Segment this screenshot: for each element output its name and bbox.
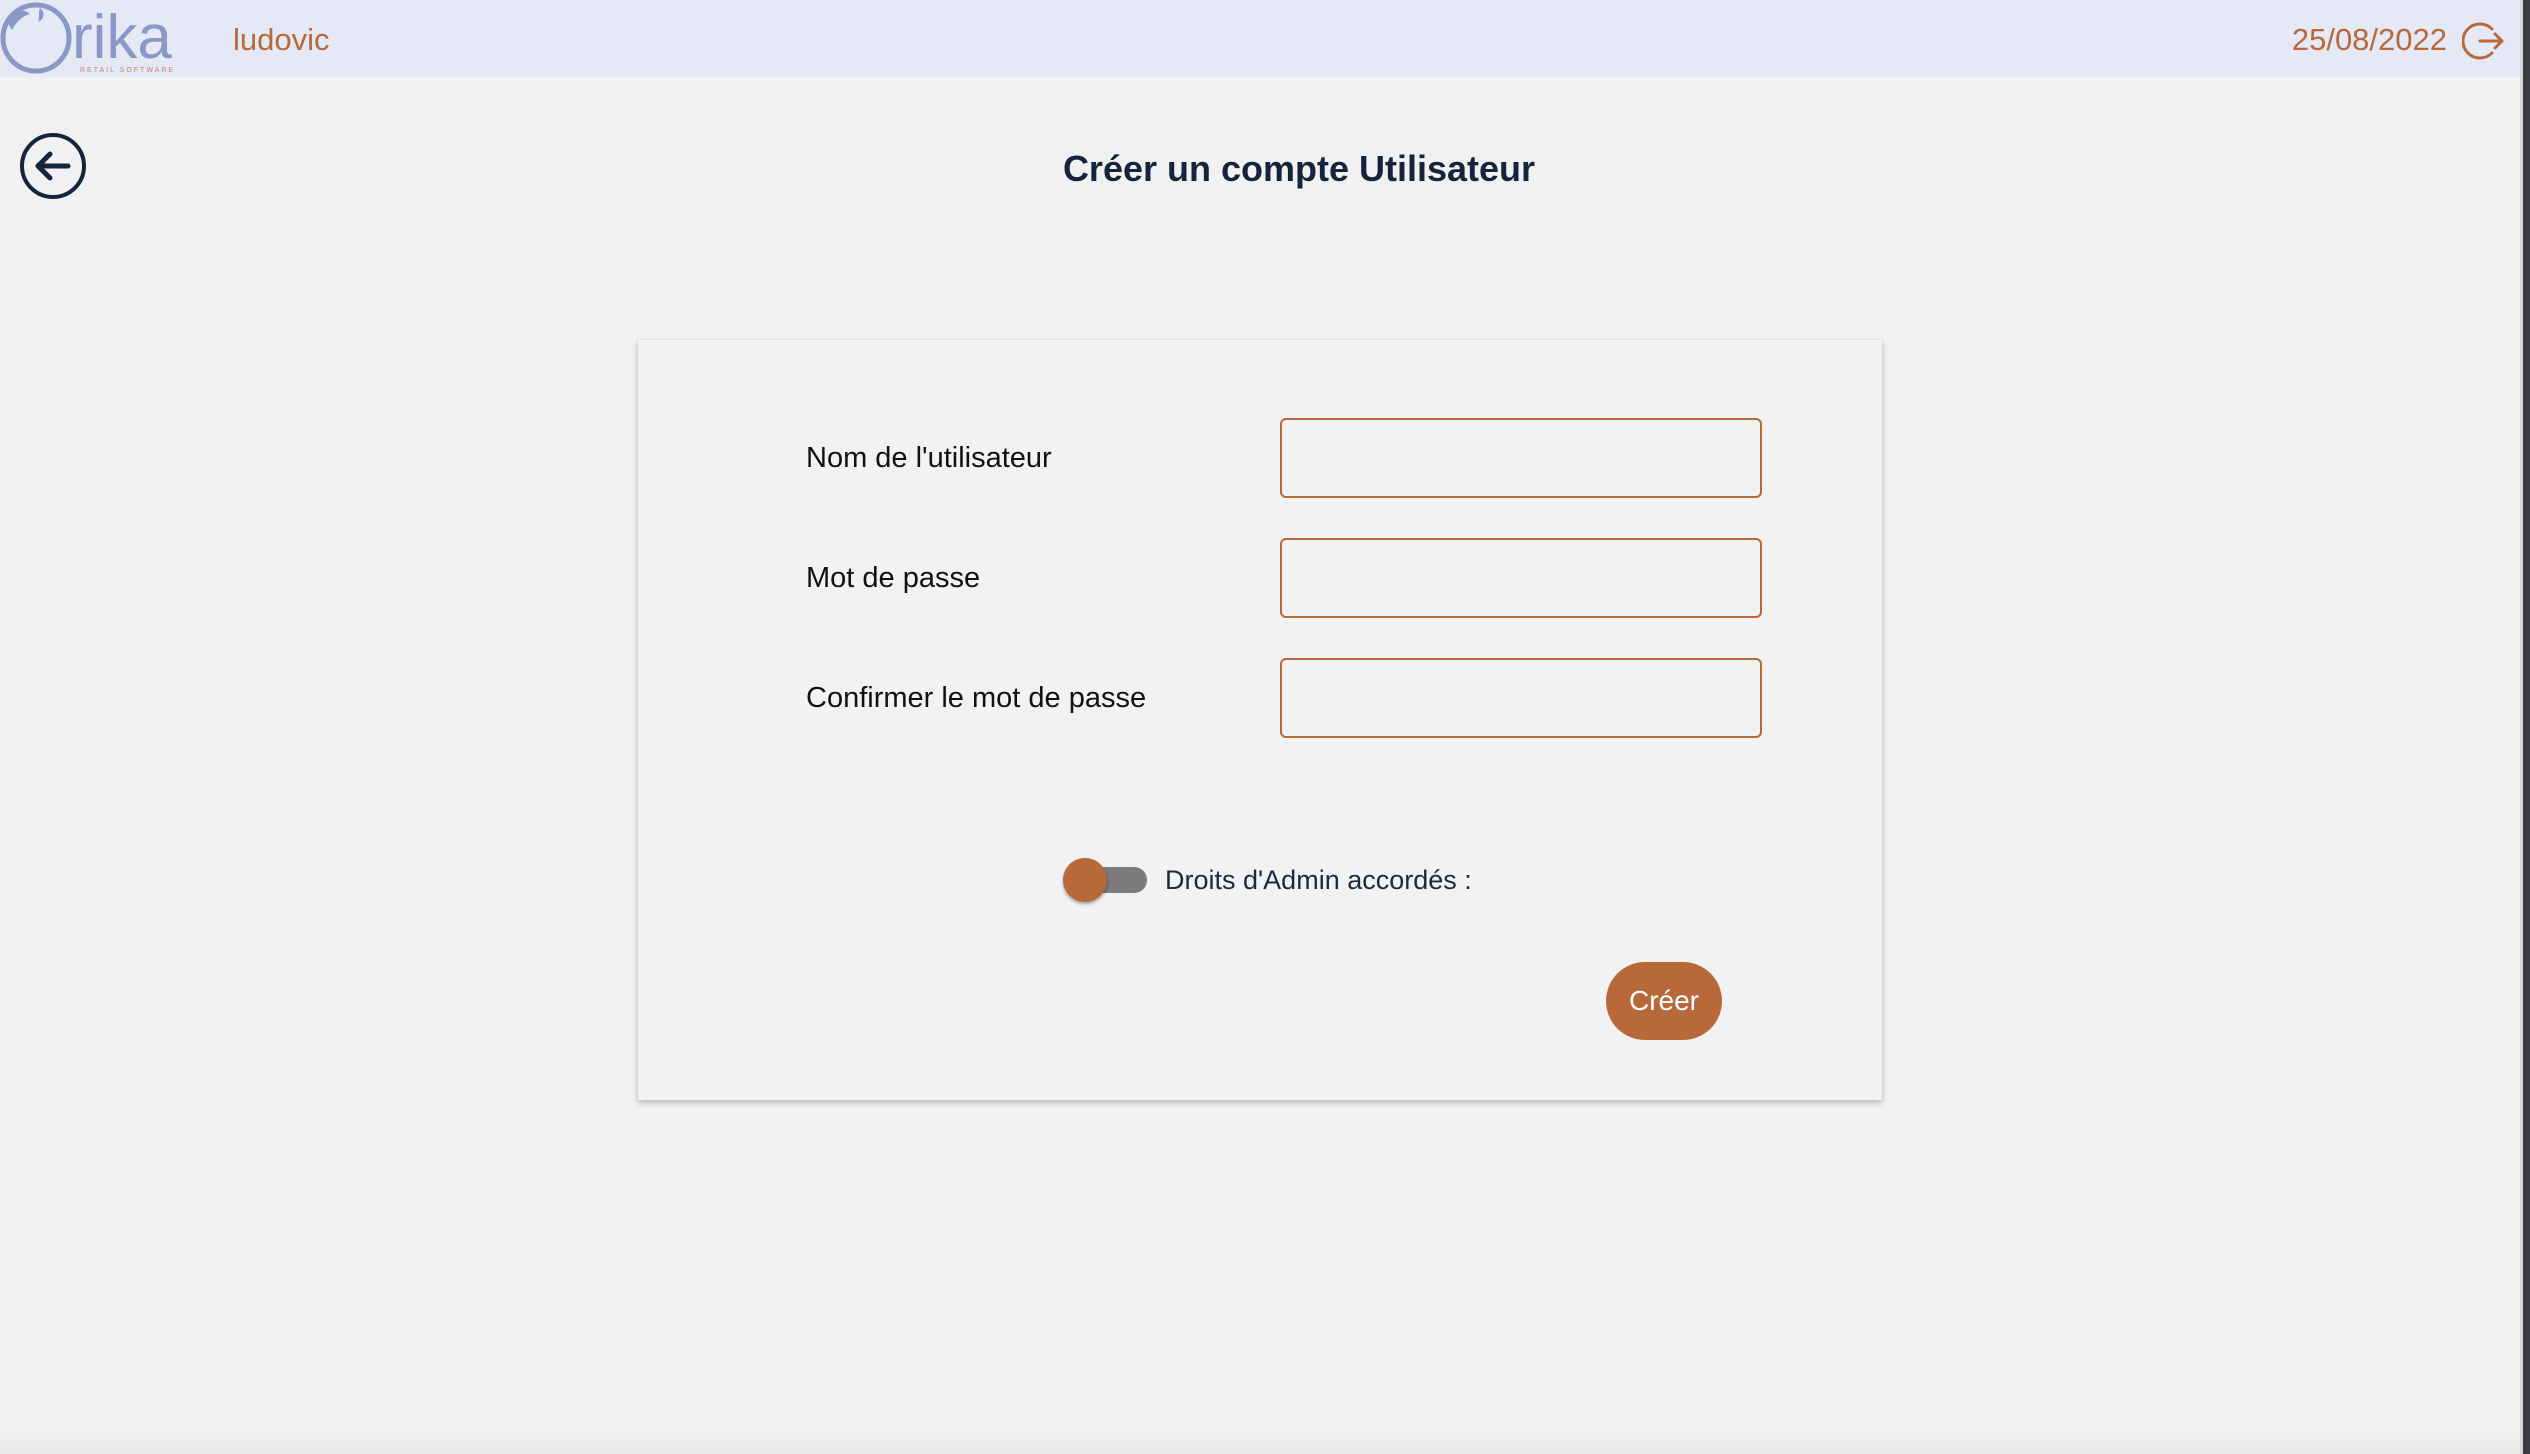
confirm-password-input[interactable]	[1280, 658, 1762, 738]
username-input[interactable]	[1280, 418, 1762, 498]
app-page: rika RETAIL SOFTWARE ludovic 25/08/2022 …	[0, 0, 2530, 1454]
create-user-form: Nom de l'utilisateur Mot de passe Confir…	[638, 340, 1882, 1100]
top-bar: rika RETAIL SOFTWARE ludovic 25/08/2022	[0, 0, 2530, 77]
logo-tagline: RETAIL SOFTWARE	[80, 67, 175, 74]
admin-rights-label: Droits d'Admin accordés :	[1165, 865, 1472, 895]
current-username: ludovic	[233, 22, 330, 57]
bottom-shade	[0, 1430, 2520, 1454]
logout-icon[interactable]	[2462, 20, 2504, 62]
current-date: 25/08/2022	[2291, 22, 2447, 57]
toggle-knob	[1063, 858, 1107, 902]
admin-rights-toggle[interactable]	[1063, 858, 1148, 902]
page-title: Créer un compte Utilisateur	[1062, 148, 1536, 189]
orika-logo: rika RETAIL SOFTWARE	[0, 2, 175, 74]
confirm-password-label: Confirmer le mot de passe	[806, 682, 1147, 714]
password-label: Mot de passe	[806, 562, 981, 594]
window-edge	[2520, 0, 2530, 1454]
logo-wordmark: rika	[72, 3, 172, 72]
create-button[interactable]: Créer	[1606, 962, 1722, 1040]
password-input[interactable]	[1280, 538, 1762, 618]
username-label: Nom de l'utilisateur	[806, 442, 1052, 474]
